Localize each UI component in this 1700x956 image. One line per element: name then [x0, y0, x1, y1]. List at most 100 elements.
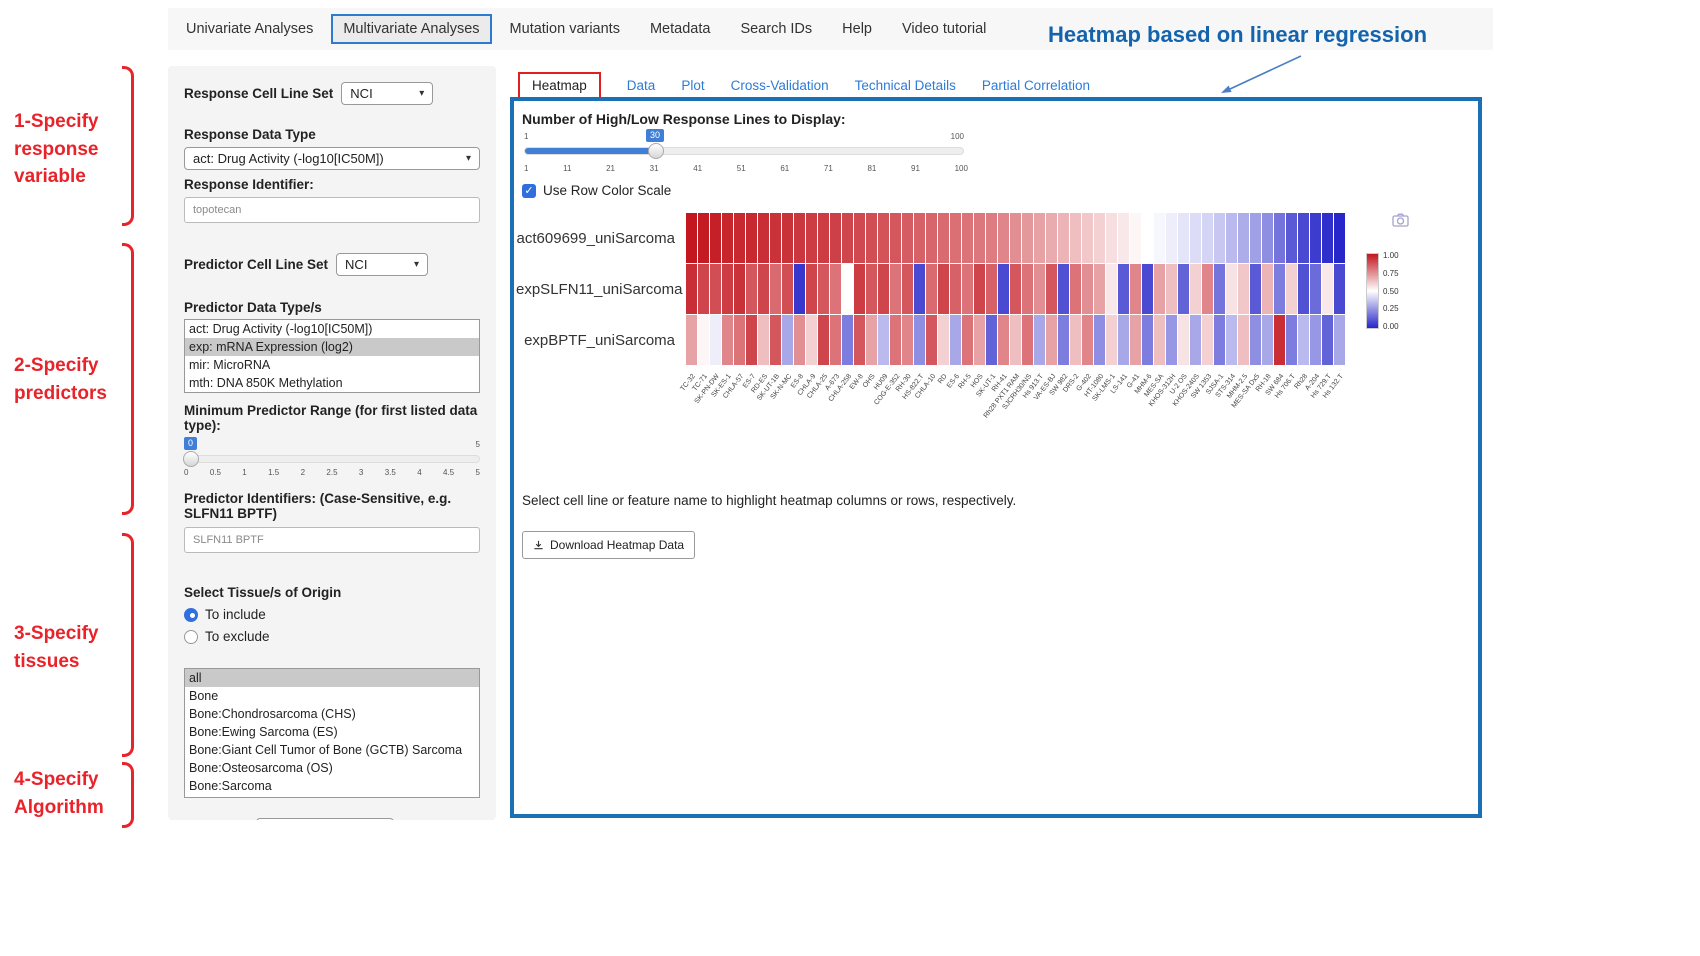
heatmap-cell[interactable]: [914, 315, 925, 365]
predictor-data-type-option[interactable]: exp: mRNA Expression (log2): [185, 338, 479, 356]
heatmap-cell[interactable]: [1118, 315, 1129, 365]
heatmap-cell[interactable]: [1058, 315, 1069, 365]
heatmap-cell[interactable]: [938, 213, 949, 263]
heatmap-cell[interactable]: [734, 264, 745, 314]
heatmap-cell[interactable]: [830, 213, 841, 263]
heatmap-cell[interactable]: [1142, 213, 1153, 263]
heatmap-cell[interactable]: [1310, 264, 1321, 314]
heatmap-cell[interactable]: [1142, 264, 1153, 314]
heatmap-cell[interactable]: [806, 213, 817, 263]
tissue-option[interactable]: Bone: [185, 687, 479, 705]
heatmap-cell[interactable]: [1130, 315, 1141, 365]
heatmap-cell[interactable]: [1322, 213, 1333, 263]
heatmap-cell[interactable]: [746, 264, 757, 314]
nav-tab-metadata[interactable]: Metadata: [638, 14, 722, 44]
heatmap-cell[interactable]: [1238, 315, 1249, 365]
heatmap-cell[interactable]: [818, 264, 829, 314]
heatmap-cell[interactable]: [806, 315, 817, 365]
heatmap-cell[interactable]: [1298, 264, 1309, 314]
heatmap-cell[interactable]: [686, 264, 697, 314]
heatmap-cell[interactable]: [806, 264, 817, 314]
heatmap-cell[interactable]: [1130, 213, 1141, 263]
heatmap-cell[interactable]: [1334, 315, 1345, 365]
checkbox-checked-icon[interactable]: ✓: [522, 184, 536, 198]
nav-tab-multivariate-analyses[interactable]: Multivariate Analyses: [331, 14, 491, 44]
tissue-include-radio[interactable]: To include: [184, 607, 480, 622]
heatmap-cell[interactable]: [1226, 213, 1237, 263]
heatmap-cell[interactable]: [1310, 315, 1321, 365]
heatmap-cell[interactable]: [1286, 213, 1297, 263]
heatmap-cell[interactable]: [1274, 213, 1285, 263]
heatmap-cell[interactable]: [830, 264, 841, 314]
heatmap-row-label[interactable]: expBPTF_uniSarcoma: [516, 315, 682, 366]
heatmap-cell[interactable]: [734, 213, 745, 263]
heatmap-cell[interactable]: [1166, 264, 1177, 314]
heatmap-cell[interactable]: [1178, 213, 1189, 263]
heatmap-cell[interactable]: [1262, 315, 1273, 365]
nav-tab-help[interactable]: Help: [830, 14, 884, 44]
heatmap-cell[interactable]: [1082, 213, 1093, 263]
heatmap-cell[interactable]: [866, 264, 877, 314]
heatmap-cell[interactable]: [794, 264, 805, 314]
heatmap-cell[interactable]: [1250, 315, 1261, 365]
tissue-exclude-radio[interactable]: To exclude: [184, 629, 480, 644]
heatmap-cell[interactable]: [770, 315, 781, 365]
heatmap-cell[interactable]: [1118, 264, 1129, 314]
heatmap-cell[interactable]: [926, 264, 937, 314]
heatmap-cell[interactable]: [1022, 264, 1033, 314]
predictor-data-type-option[interactable]: mth: DNA 850K Methylation: [185, 374, 479, 392]
heatmap-cell[interactable]: [962, 315, 973, 365]
min-predictor-range-handle[interactable]: [183, 451, 199, 467]
heatmap-cell[interactable]: [842, 264, 853, 314]
tab-partial-correlation[interactable]: Partial Correlation: [982, 78, 1090, 93]
heatmap-cell[interactable]: [686, 213, 697, 263]
heatmap-cell[interactable]: [1250, 264, 1261, 314]
heatmap-cell[interactable]: [1286, 315, 1297, 365]
heatmap-cell[interactable]: [998, 213, 1009, 263]
download-heatmap-data-button[interactable]: Download Heatmap Data: [522, 531, 695, 559]
tab-data[interactable]: Data: [627, 78, 656, 93]
heatmap-cell[interactable]: [1094, 264, 1105, 314]
heatmap-cell[interactable]: [1010, 264, 1021, 314]
heatmap-cell[interactable]: [986, 315, 997, 365]
heatmap-cell[interactable]: [974, 264, 985, 314]
heatmap-cell[interactable]: [1274, 315, 1285, 365]
heatmap-cell[interactable]: [890, 213, 901, 263]
heatmap-cell[interactable]: [902, 264, 913, 314]
heatmap-cell[interactable]: [1238, 213, 1249, 263]
heatmap-cell[interactable]: [1130, 264, 1141, 314]
heatmap-cell[interactable]: [950, 264, 961, 314]
tissue-option[interactable]: Bone:Ewing Sarcoma (ES): [185, 723, 479, 741]
heatmap-cell[interactable]: [938, 315, 949, 365]
heatmap-cell[interactable]: [1190, 264, 1201, 314]
heatmap-cell[interactable]: [1058, 264, 1069, 314]
heatmap-cell[interactable]: [890, 315, 901, 365]
tab-plot[interactable]: Plot: [681, 78, 704, 93]
heatmap-cell[interactable]: [758, 315, 769, 365]
heatmap-row-label[interactable]: expSLFN11_uniSarcoma: [516, 264, 682, 315]
heatmap-cell[interactable]: [722, 213, 733, 263]
heatmap-cell[interactable]: [1082, 264, 1093, 314]
heatmap-cell[interactable]: [770, 264, 781, 314]
heatmap-cell[interactable]: [914, 264, 925, 314]
tissue-list[interactable]: allBoneBone:Chondrosarcoma (CHS)Bone:Ewi…: [184, 668, 480, 798]
heatmap-cell[interactable]: [782, 213, 793, 263]
heatmap-cell[interactable]: [1166, 315, 1177, 365]
heatmap-cell[interactable]: [722, 315, 733, 365]
heatmap-cell[interactable]: [1214, 315, 1225, 365]
heatmap-cell[interactable]: [986, 264, 997, 314]
heatmap-cell[interactable]: [1226, 264, 1237, 314]
heatmap-cell[interactable]: [746, 315, 757, 365]
heatmap-cell[interactable]: [794, 213, 805, 263]
heatmap-cell[interactable]: [1298, 315, 1309, 365]
heatmap-cell[interactable]: [1106, 264, 1117, 314]
heatmap-cell[interactable]: [1286, 264, 1297, 314]
nav-tab-univariate-analyses[interactable]: Univariate Analyses: [174, 14, 325, 44]
tab-technical-details[interactable]: Technical Details: [855, 78, 956, 93]
heatmap-cell[interactable]: [1166, 213, 1177, 263]
heatmap-cell[interactable]: [950, 315, 961, 365]
heatmap-cell[interactable]: [782, 315, 793, 365]
algorithm-select[interactable]: Linear Regression ▾: [256, 818, 395, 820]
min-predictor-range-track[interactable]: [184, 455, 480, 463]
nav-tab-mutation-variants[interactable]: Mutation variants: [498, 14, 632, 44]
